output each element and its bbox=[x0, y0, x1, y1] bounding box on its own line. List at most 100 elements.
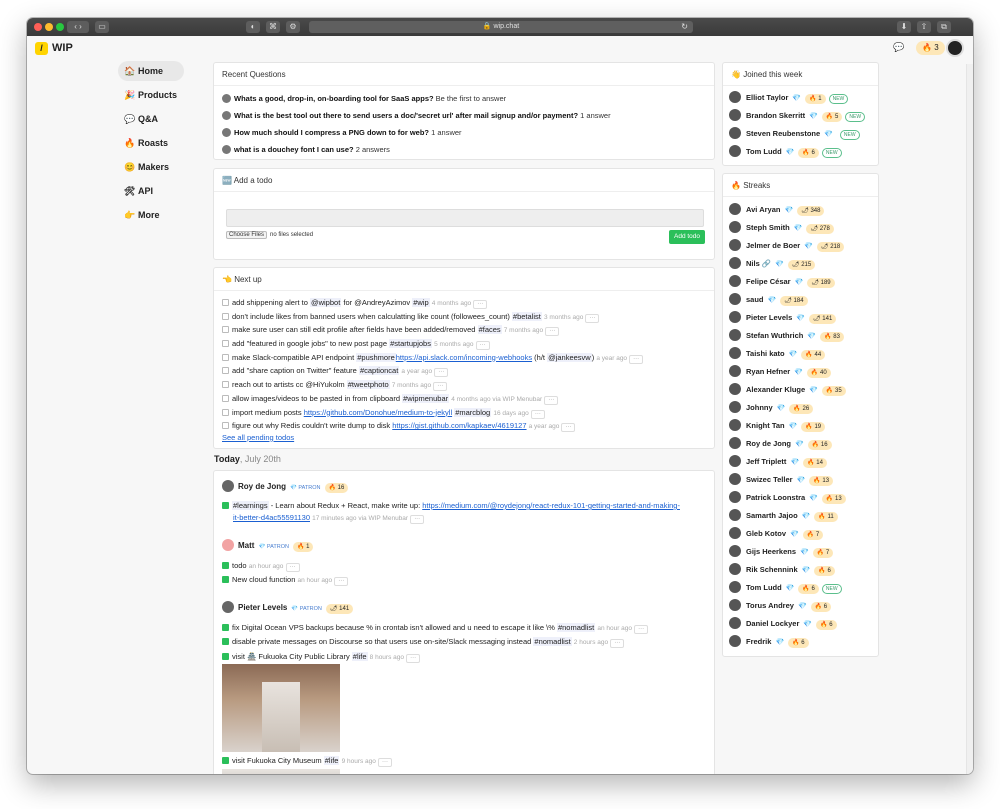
user-row[interactable]: saud 💎 🌶 184 bbox=[723, 291, 878, 309]
more-options-button[interactable]: ··· bbox=[629, 354, 644, 364]
user-name[interactable]: Rik Schennink bbox=[746, 565, 798, 574]
hashtag[interactable]: #wip bbox=[412, 298, 430, 307]
share-icon[interactable]: ⇧ bbox=[917, 21, 931, 33]
more-options-button[interactable]: ··· bbox=[473, 300, 488, 309]
todo-checkbox[interactable] bbox=[222, 422, 229, 430]
todo-checkbox[interactable] bbox=[222, 353, 229, 361]
user-name[interactable]: Steven Reubenstone bbox=[746, 129, 820, 138]
avatar[interactable] bbox=[729, 239, 741, 251]
user-row[interactable]: Samarth Jajoo 💎 🔥 11 bbox=[723, 507, 878, 525]
user-row[interactable]: Steph Smith 💎 🌶 278 bbox=[723, 219, 878, 237]
sidebar-item-roasts[interactable]: 🔥 Roasts bbox=[118, 133, 184, 153]
avatar[interactable] bbox=[729, 347, 741, 359]
question-text[interactable]: Whats a good, drop-in, on-boarding tool … bbox=[234, 94, 434, 103]
avatar[interactable] bbox=[222, 538, 234, 551]
user-row[interactable]: Alexander Kluge 💎 🔥 35 bbox=[723, 381, 878, 399]
user-row[interactable]: Jelmer de Boer 💎 🌶 218 bbox=[723, 237, 878, 255]
more-options-button[interactable]: ··· bbox=[434, 368, 449, 378]
sidebar-item-api[interactable]: 🛠 API bbox=[118, 181, 184, 201]
timestamp[interactable]: 5 months ago bbox=[434, 341, 473, 348]
sidebar-item-qa[interactable]: 💬 Q&A bbox=[118, 109, 184, 129]
user-name[interactable]: Jeff Triplett bbox=[746, 457, 786, 466]
user-row[interactable]: Tom Ludd 💎 🔥 6 NEW bbox=[723, 143, 878, 161]
timestamp[interactable]: an hour ago bbox=[597, 625, 632, 632]
user-row[interactable]: Daniel Lockyer 💎 🔥 6 bbox=[723, 615, 878, 633]
hashtag[interactable]: #marcblog bbox=[454, 407, 492, 417]
question-item[interactable]: How much should I compress a PNG down to… bbox=[214, 124, 714, 141]
hashtag[interactable]: #life bbox=[351, 651, 368, 661]
more-options-button[interactable]: ··· bbox=[406, 653, 421, 663]
user-row[interactable]: Torus Andrey 💎 🔥 6 bbox=[723, 597, 878, 615]
user-row[interactable]: Elliot Taylor 💎 🔥 1 NEW bbox=[723, 89, 878, 107]
more-options-button[interactable]: ··· bbox=[585, 313, 600, 323]
answer-count[interactable]: Be the first to answer bbox=[436, 94, 506, 103]
user-row[interactable]: Patrick Loonstra 💎 🔥 13 bbox=[723, 489, 878, 507]
avatar[interactable] bbox=[222, 128, 231, 137]
more-options-button[interactable]: ··· bbox=[561, 423, 576, 433]
avatar[interactable] bbox=[729, 311, 741, 323]
user-name[interactable]: Felipe César bbox=[746, 277, 791, 286]
avatar[interactable] bbox=[729, 365, 741, 377]
maximize-window-button[interactable] bbox=[56, 23, 64, 31]
todo-link[interactable]: https://medium.com/@roydejong/react-redu… bbox=[422, 501, 680, 510]
timestamp[interactable]: a year ago bbox=[401, 368, 432, 375]
done-checkbox[interactable] bbox=[222, 623, 229, 631]
avatar[interactable] bbox=[729, 545, 741, 557]
user-row[interactable]: Gijs Heerkens 💎 🔥 7 bbox=[723, 543, 878, 561]
answer-count[interactable]: 2 answers bbox=[356, 145, 390, 154]
user-name[interactable]: Jelmer de Boer bbox=[746, 241, 800, 250]
hashtag[interactable]: @wipbot bbox=[309, 298, 342, 307]
user-name[interactable]: Johnny bbox=[746, 403, 773, 412]
minimize-window-button[interactable] bbox=[45, 23, 53, 31]
user-name[interactable]: Patrick Loonstra bbox=[746, 493, 805, 502]
todo-checkbox[interactable] bbox=[222, 381, 229, 389]
more-options-button[interactable]: ··· bbox=[530, 409, 545, 419]
user-row[interactable]: Steven Reubenstone 💎 NEW bbox=[723, 125, 878, 143]
user-name[interactable]: Roy de Jong bbox=[746, 439, 791, 448]
close-window-button[interactable] bbox=[34, 23, 42, 31]
todo-link[interactable]: https://gist.github.com/kapkaev/4619127 bbox=[392, 421, 526, 430]
todo-checkbox[interactable] bbox=[222, 408, 229, 416]
more-options-button[interactable]: ··· bbox=[544, 395, 559, 405]
timestamp[interactable]: 7 months ago bbox=[392, 382, 431, 389]
shield-icon[interactable]: ◐ bbox=[246, 21, 260, 33]
user-row[interactable]: Fredrik 💎 🔥 6 bbox=[723, 633, 878, 651]
url-bar[interactable]: 🔒 wip.chat ↻ bbox=[309, 21, 693, 33]
chat-icon[interactable]: 💬 bbox=[893, 42, 904, 53]
hashtag[interactable]: #learnings bbox=[232, 501, 269, 510]
sidebar-item-makers[interactable]: 😊 Makers bbox=[118, 157, 184, 177]
done-checkbox[interactable] bbox=[222, 576, 229, 583]
file-chooser[interactable]: Choose Files no files selected bbox=[226, 231, 313, 239]
done-checkbox[interactable] bbox=[222, 638, 229, 645]
answer-count[interactable]: 1 answer bbox=[431, 128, 461, 137]
reload-icon[interactable]: ↻ bbox=[681, 21, 688, 33]
back-forward-buttons[interactable]: ‹ › bbox=[67, 21, 89, 33]
timestamp[interactable]: 4 months ago bbox=[432, 300, 471, 307]
user-name[interactable]: saud bbox=[746, 295, 764, 304]
avatar[interactable] bbox=[729, 473, 741, 485]
user-row[interactable]: Rik Schennink 💎 🔥 6 bbox=[723, 561, 878, 579]
user-row[interactable]: Felipe César 💎 🌶 189 bbox=[723, 273, 878, 291]
hashtag[interactable]: #wipmenubar bbox=[402, 393, 450, 403]
avatar[interactable] bbox=[222, 145, 231, 154]
avatar[interactable] bbox=[222, 111, 231, 120]
question-item[interactable]: what is a douchey font I can use? 2 answ… bbox=[214, 141, 714, 158]
user-name[interactable]: Daniel Lockyer bbox=[746, 619, 799, 628]
avatar[interactable] bbox=[729, 383, 741, 395]
avatar[interactable] bbox=[729, 419, 741, 431]
todo-input[interactable] bbox=[226, 209, 704, 227]
user-name[interactable]: Tom Ludd bbox=[746, 147, 782, 156]
download-icon[interactable]: ⬇ bbox=[897, 21, 911, 33]
question-text[interactable]: What is the best tool out there to send … bbox=[234, 111, 578, 120]
wip-logo-icon[interactable]: / bbox=[35, 42, 48, 55]
todo-checkbox[interactable] bbox=[222, 326, 229, 334]
avatar[interactable] bbox=[222, 94, 231, 103]
avatar[interactable] bbox=[729, 401, 741, 413]
user-name[interactable]: Matt bbox=[238, 541, 254, 550]
todo-checkbox[interactable] bbox=[222, 394, 229, 402]
avatar[interactable] bbox=[729, 509, 741, 521]
timestamp[interactable]: 17 minutes ago via WIP Menubar bbox=[312, 515, 408, 522]
done-checkbox[interactable] bbox=[222, 502, 229, 509]
timestamp[interactable]: an hour ago bbox=[297, 577, 332, 584]
user-row[interactable]: Swizec Teller 💎 🔥 13 bbox=[723, 471, 878, 489]
